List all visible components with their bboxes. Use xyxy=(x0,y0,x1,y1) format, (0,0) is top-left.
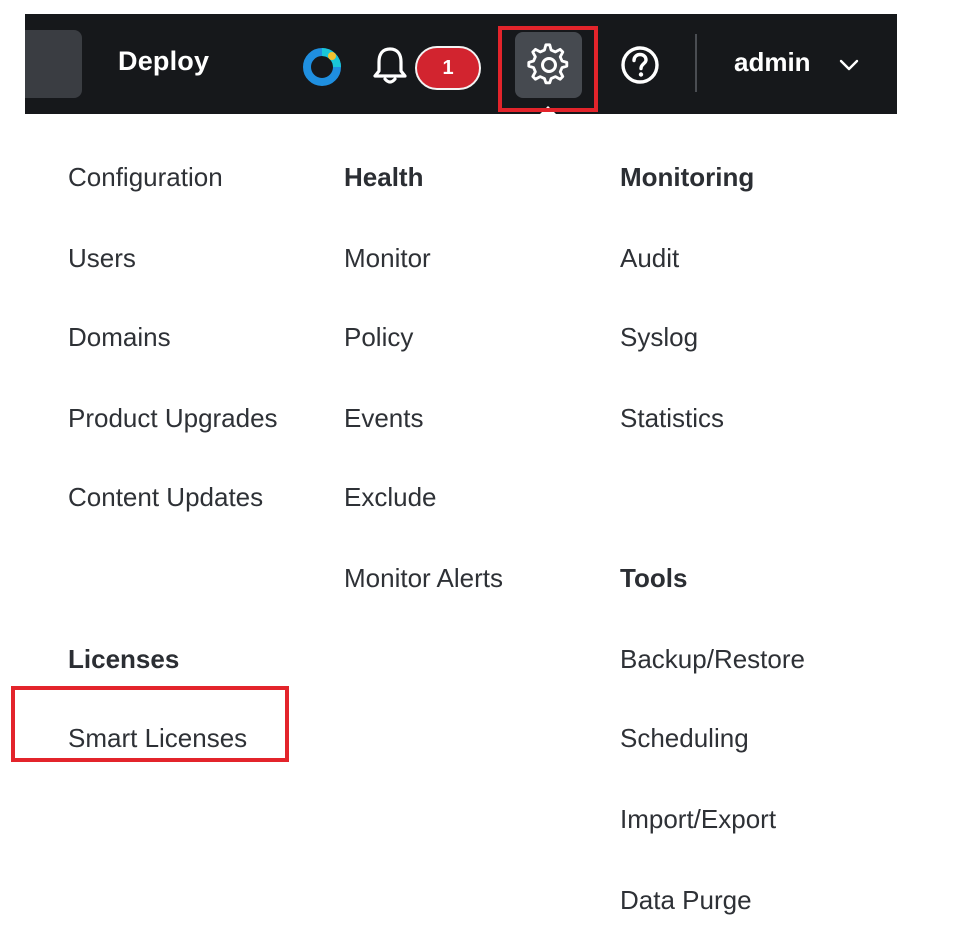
menu-item-monitor-alerts[interactable]: Monitor Alerts xyxy=(344,563,503,594)
menu-heading-monitoring: Monitoring xyxy=(620,162,755,192)
menu-item-events[interactable]: Events xyxy=(344,403,424,434)
settings-highlight-box xyxy=(498,26,598,112)
menu-item-data-purge[interactable]: Data Purge xyxy=(620,885,752,916)
menu-heading-tools: Tools xyxy=(620,563,688,593)
menu-item-product-upgrades[interactable]: Product Upgrades xyxy=(68,403,278,434)
chevron-down-icon[interactable] xyxy=(838,54,860,76)
menu-item-policy[interactable]: Policy xyxy=(344,322,413,353)
menu-item-domains[interactable]: Domains xyxy=(68,322,171,353)
toolbar-divider xyxy=(695,34,697,92)
menu-item-monitor[interactable]: Monitor xyxy=(344,243,431,274)
menu-item-users[interactable]: Users xyxy=(68,243,136,274)
menu-item-content-updates[interactable]: Content Updates xyxy=(68,482,263,513)
deploy-menu[interactable]: Deploy xyxy=(118,46,209,77)
app-logo-icon[interactable] xyxy=(301,45,343,87)
top-navigation-bar: Deploy 1 admin xyxy=(25,14,897,114)
menu-item-import-export[interactable]: Import/Export xyxy=(620,804,776,835)
bell-icon[interactable] xyxy=(371,44,409,86)
menu-heading-health: Health xyxy=(344,162,424,192)
menu-heading-licenses: Licenses xyxy=(68,644,180,674)
menu-item-syslog[interactable]: Syslog xyxy=(620,322,698,353)
menu-item-configuration[interactable]: Configuration xyxy=(68,162,223,193)
menu-item-statistics[interactable]: Statistics xyxy=(620,403,724,434)
menu-item-scheduling[interactable]: Scheduling xyxy=(620,723,749,754)
help-icon[interactable] xyxy=(619,44,661,86)
menu-item-audit[interactable]: Audit xyxy=(620,243,679,274)
user-menu-label[interactable]: admin xyxy=(734,47,811,78)
smart-licenses-highlight-box xyxy=(11,686,289,762)
notification-count-badge[interactable]: 1 xyxy=(415,46,481,90)
menu-item-exclude[interactable]: Exclude xyxy=(344,482,437,513)
menu-item-backup-restore[interactable]: Backup/Restore xyxy=(620,644,805,675)
previous-nav-tab[interactable] xyxy=(25,30,82,98)
